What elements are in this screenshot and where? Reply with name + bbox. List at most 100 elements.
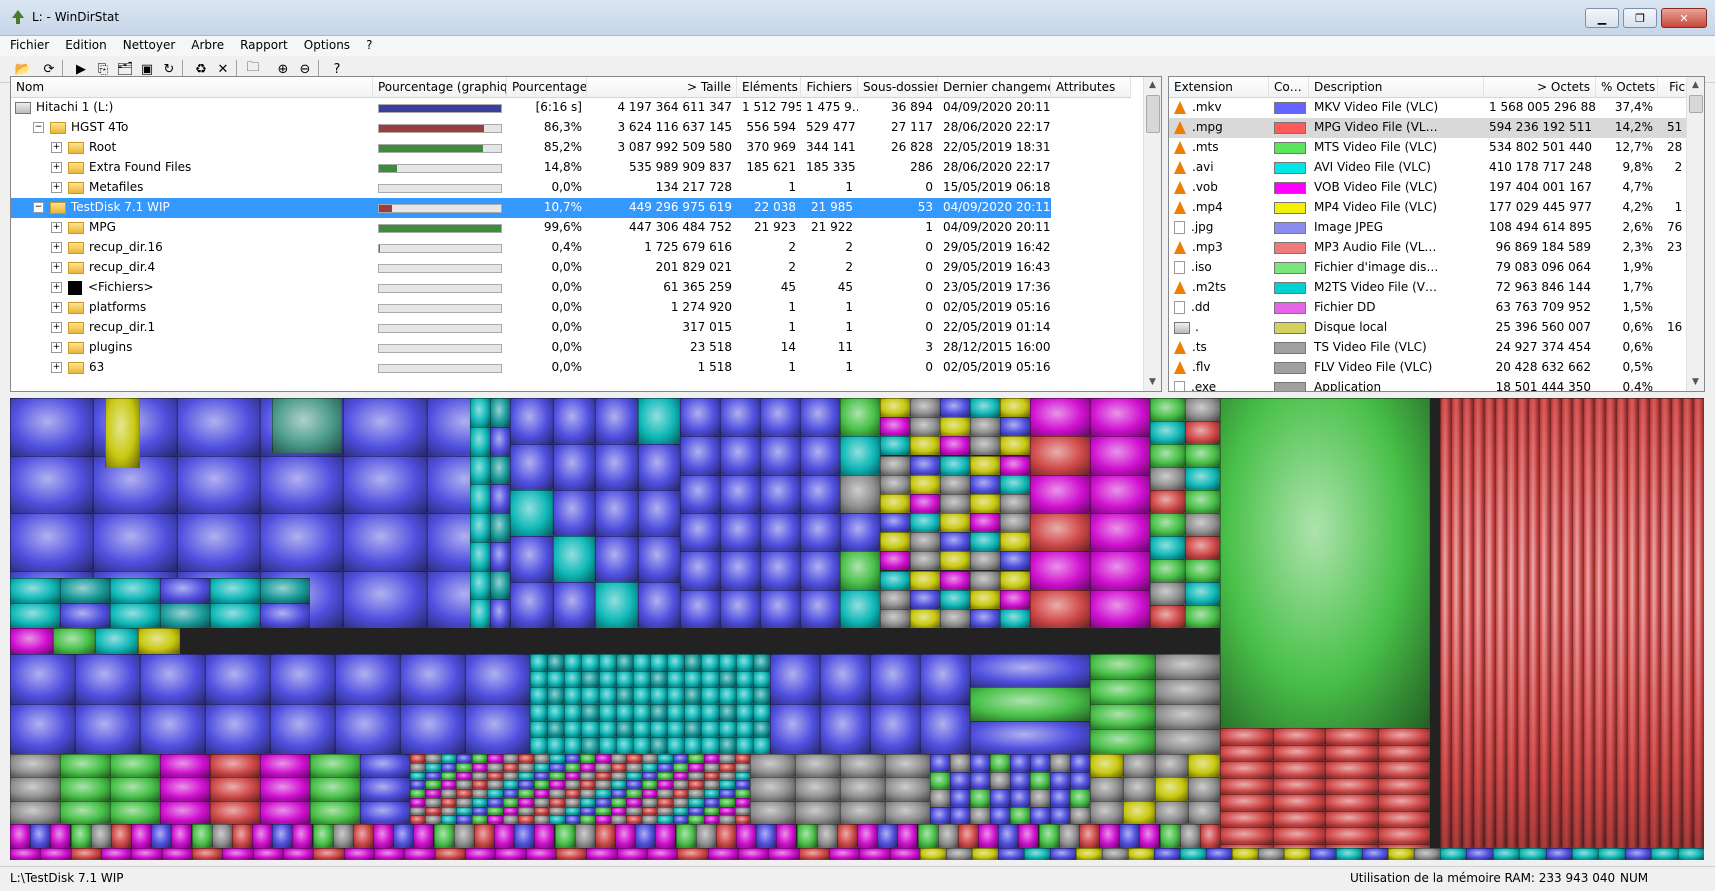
treemap-cell[interactable]: [1651, 848, 1677, 860]
treemap-cell[interactable]: [553, 398, 596, 444]
treemap-cell[interactable]: [998, 848, 1024, 860]
treemap-cell[interactable]: [799, 848, 829, 860]
treemap-cell[interactable]: [1185, 421, 1220, 444]
treemap-cell[interactable]: [1583, 398, 1594, 848]
treemap-cell[interactable]: [599, 737, 616, 754]
treemap-cell[interactable]: [1018, 824, 1038, 848]
treemap-cell[interactable]: [1090, 754, 1123, 777]
treemap-cell[interactable]: [518, 763, 533, 772]
treemap-cell[interactable]: [611, 789, 626, 798]
treemap-cell[interactable]: [1123, 801, 1156, 824]
treemap-cell[interactable]: [1325, 745, 1378, 762]
treemap-cell[interactable]: [1000, 436, 1030, 455]
treemap-cell[interactable]: [441, 772, 456, 781]
treemap-cell[interactable]: [410, 807, 425, 816]
treemap-cell[interactable]: [642, 815, 657, 824]
treemap-cell[interactable]: [684, 721, 701, 738]
treemap-cell[interactable]: [616, 721, 633, 738]
treemap-cell[interactable]: [795, 801, 840, 824]
treemap-cell[interactable]: [736, 671, 753, 688]
treemap-cell[interactable]: [817, 824, 837, 848]
treemap-cell[interactable]: [970, 571, 1000, 590]
treemap-cell[interactable]: [1362, 848, 1388, 860]
treemap-cell[interactable]: [534, 798, 549, 807]
treemap-cell[interactable]: [616, 737, 633, 754]
treemap-cell[interactable]: [360, 754, 410, 777]
treemap-cell[interactable]: [1220, 745, 1273, 762]
treemap-cell[interactable]: [735, 763, 750, 772]
treemap-cell[interactable]: [1678, 848, 1704, 860]
treemap-cell[interactable]: [565, 807, 580, 816]
tree-col-header-8[interactable]: Attributes: [1051, 77, 1131, 97]
treemap-cell[interactable]: [564, 721, 581, 738]
treemap-cell[interactable]: [260, 578, 310, 603]
treemap-cell[interactable]: [547, 654, 564, 671]
treemap-cell[interactable]: [456, 798, 471, 807]
treemap-cell[interactable]: [1139, 824, 1159, 848]
tree-row[interactable]: +630,0%1 51811002/05/2019 05:16:38: [11, 358, 1051, 378]
treemap-cell[interactable]: [1000, 475, 1030, 494]
treemap-cell[interactable]: [110, 754, 160, 777]
treemap-cell[interactable]: [870, 654, 920, 704]
treemap-cell[interactable]: [840, 551, 880, 589]
treemap-cell[interactable]: [650, 687, 667, 704]
treemap-cell[interactable]: [487, 807, 502, 816]
treemap-cell[interactable]: [595, 582, 638, 628]
treemap-cell[interactable]: [990, 772, 1010, 790]
treemap-cell[interactable]: [456, 789, 471, 798]
expander-icon[interactable]: +: [51, 222, 62, 233]
treemap-cell[interactable]: [565, 772, 580, 781]
treemap-cell[interactable]: [800, 590, 840, 628]
treemap-cell[interactable]: [840, 590, 880, 628]
treemap-cell[interactable]: [680, 398, 720, 436]
treemap-cell[interactable]: [1150, 605, 1185, 628]
treemap-cell[interactable]: [735, 754, 750, 763]
treemap-cell[interactable]: [880, 436, 910, 455]
treemap-cell[interactable]: [1188, 754, 1221, 777]
treemap-cell[interactable]: [510, 536, 553, 582]
treemap-cell[interactable]: [1495, 398, 1506, 848]
treemap-cell[interactable]: [1119, 824, 1139, 848]
treemap-cell[interactable]: [990, 754, 1010, 772]
treemap-cell[interactable]: [344, 848, 374, 860]
treemap-cell[interactable]: [719, 754, 734, 763]
tree-row[interactable]: −TestDisk 7.1 WIP10,7%449 296 975 61922 …: [11, 198, 1051, 218]
treemap-cell[interactable]: [1693, 398, 1704, 848]
treemap-cell[interactable]: [616, 654, 633, 671]
treemap-cell[interactable]: [735, 815, 750, 824]
treemap-cell[interactable]: [880, 551, 910, 570]
treemap-cell[interactable]: [840, 801, 885, 824]
treemap-cell[interactable]: [472, 780, 487, 789]
expander-icon[interactable]: +: [51, 342, 62, 353]
treemap-cell[interactable]: [580, 763, 595, 772]
treemap-cell[interactable]: [719, 704, 736, 721]
treemap-cell[interactable]: [205, 654, 270, 704]
treemap-cell[interactable]: [534, 807, 549, 816]
treemap-cell[interactable]: [518, 789, 533, 798]
treemap-cell[interactable]: [534, 772, 549, 781]
treemap-cell[interactable]: [595, 763, 610, 772]
treemap-cell[interactable]: [1050, 848, 1076, 860]
treemap-cell[interactable]: [581, 687, 598, 704]
treemap-cell[interactable]: [611, 754, 626, 763]
treemap-cell[interactable]: [490, 599, 510, 628]
treemap-cell[interactable]: [753, 687, 770, 704]
treemap-cell[interactable]: [410, 780, 425, 789]
treemap-cell[interactable]: [518, 780, 533, 789]
treemap-cell[interactable]: [1030, 436, 1090, 474]
treemap-cell[interactable]: [393, 824, 413, 848]
treemap-cell[interactable]: [626, 789, 641, 798]
treemap-cell[interactable]: [1378, 761, 1431, 778]
treemap-cell[interactable]: [680, 590, 720, 628]
treemap-cell[interactable]: [490, 484, 510, 513]
treemap-cell[interactable]: [820, 704, 870, 754]
treemap-cell[interactable]: [547, 704, 564, 721]
treemap-cell[interactable]: [374, 848, 404, 860]
treemap-cell[interactable]: [494, 824, 514, 848]
treemap-cell[interactable]: [360, 801, 410, 824]
treemap-cell[interactable]: [425, 772, 440, 781]
treemap-cell[interactable]: [75, 704, 140, 754]
expander-icon[interactable]: −: [33, 122, 44, 133]
treemap-cell[interactable]: [1206, 848, 1232, 860]
treemap-cell[interactable]: [972, 848, 998, 860]
